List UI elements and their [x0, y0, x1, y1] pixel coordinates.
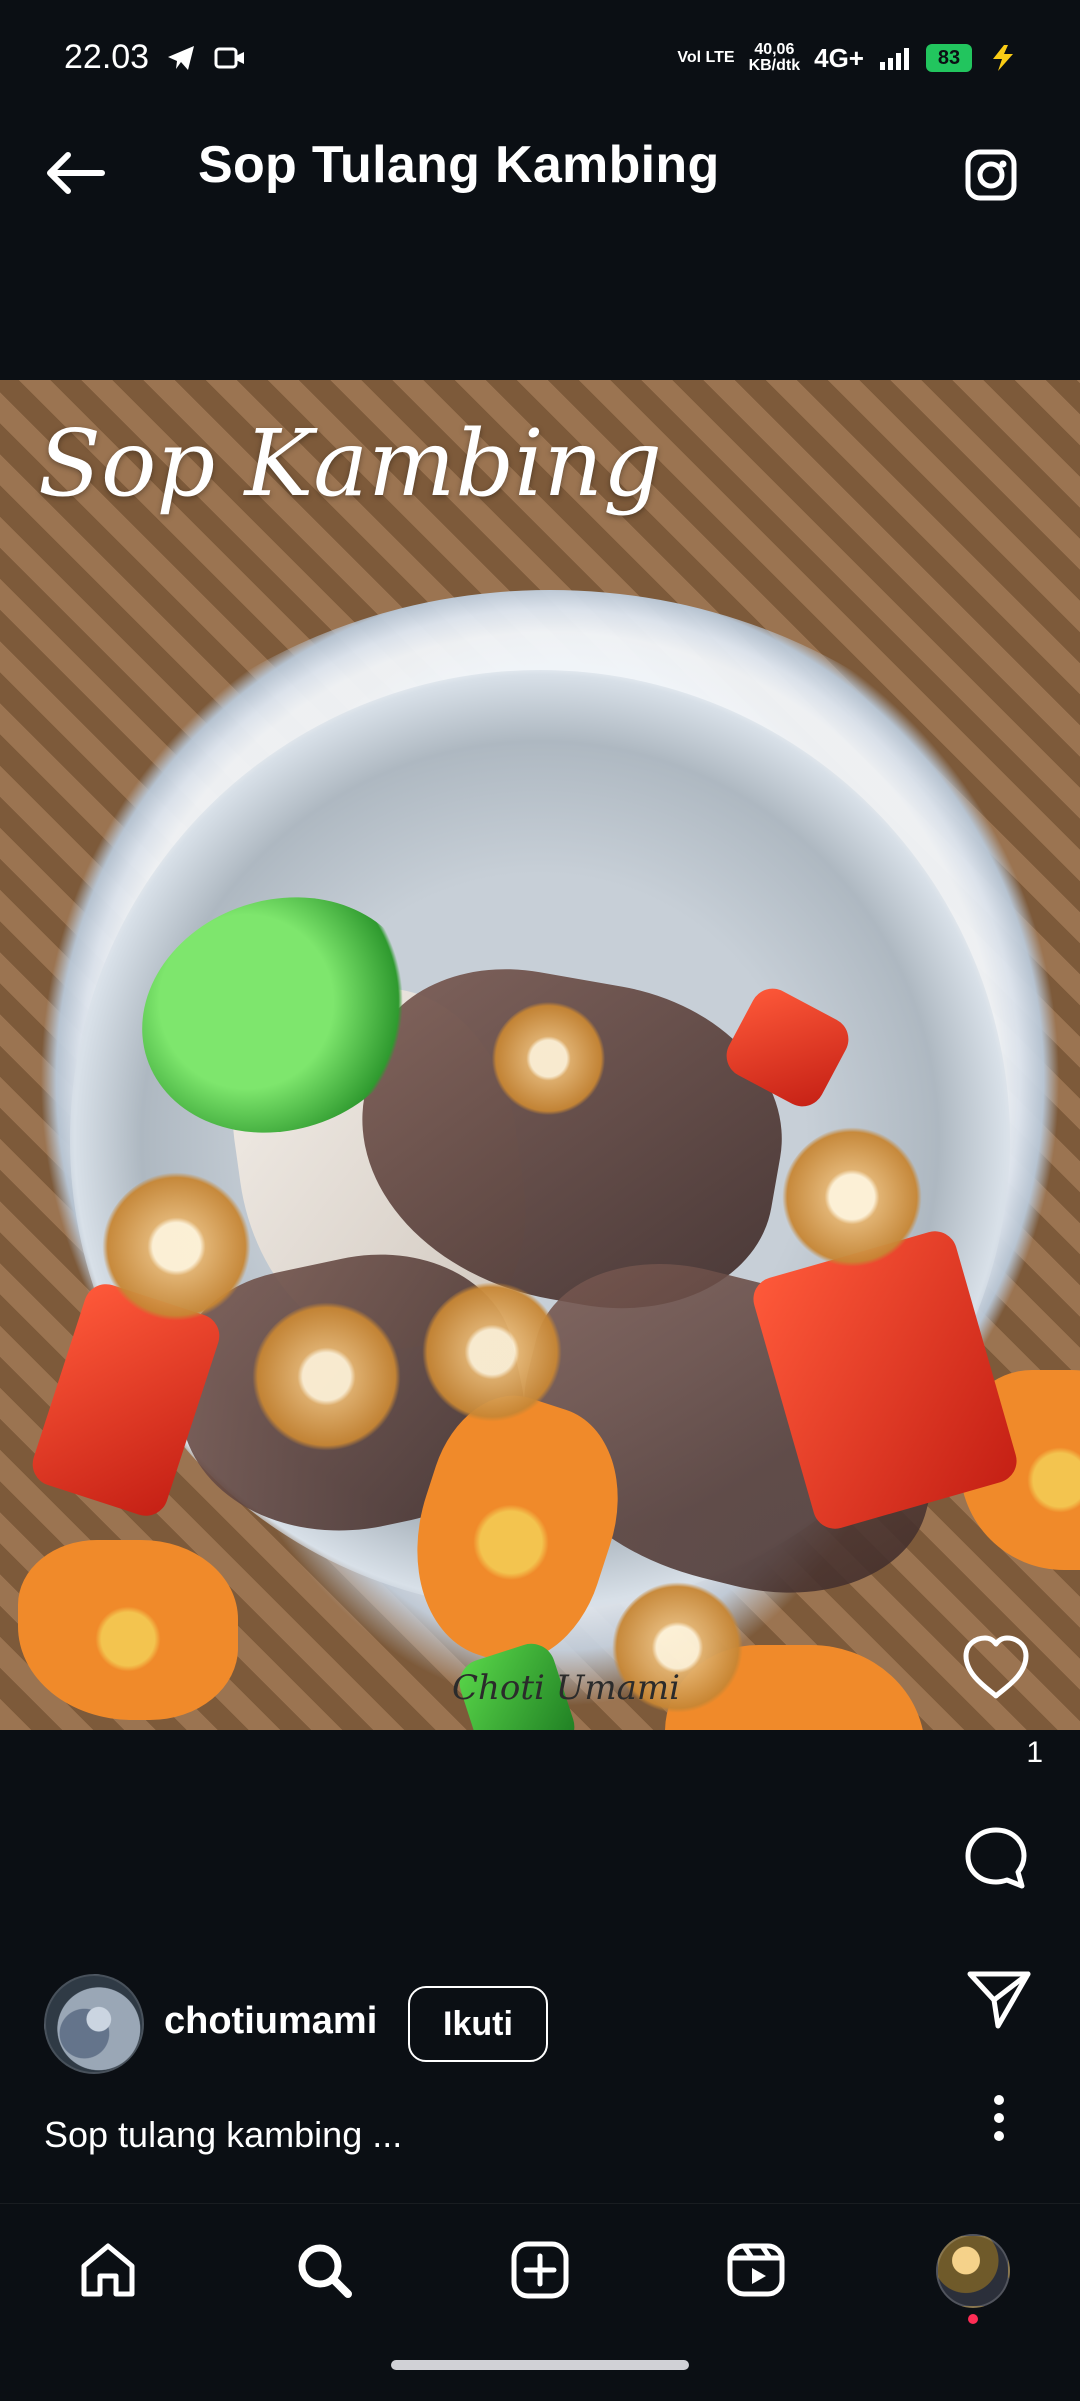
telegram-icon — [166, 44, 196, 72]
search-icon — [298, 2244, 352, 2298]
nav-profile-avatar[interactable] — [936, 2234, 1010, 2308]
post-caption[interactable]: Sop tulang kambing ... — [44, 2114, 402, 2156]
heart-icon — [963, 1635, 1029, 1699]
nav-create[interactable] — [502, 2232, 578, 2308]
video-icon — [214, 46, 246, 70]
comment-icon — [965, 1827, 1027, 1889]
network-type: 4G+ — [814, 42, 864, 73]
plus-square-icon — [511, 2241, 569, 2299]
notification-dot — [968, 2314, 978, 2324]
more-options-button[interactable] — [990, 2090, 1008, 2146]
top-header — [0, 96, 1080, 346]
speed-unit: KB/dtk — [748, 57, 801, 74]
status-time: 22.03 — [64, 38, 150, 76]
home-indicator[interactable] — [391, 2360, 689, 2370]
nav-home[interactable] — [70, 2232, 146, 2308]
author-username[interactable]: chotiumami — [164, 2000, 377, 2043]
follow-button[interactable]: Ikuti — [408, 1986, 548, 2062]
media-overlay-title: Sop Kambing — [38, 410, 662, 517]
media-watermark: Choti Umami — [452, 1668, 681, 1708]
speed-value: 40,06 — [754, 41, 795, 58]
page-title: Sop Tulang Kambing — [198, 136, 720, 194]
back-button[interactable] — [40, 145, 110, 201]
battery-indicator: 83 — [926, 44, 972, 72]
send-icon — [967, 1971, 1031, 2029]
like-button[interactable] — [958, 1632, 1034, 1702]
like-count: 1 — [1026, 1736, 1043, 1769]
home-icon — [81, 2243, 135, 2297]
speed: 40,06 KB/dtk — [749, 42, 801, 74]
status-right: Vol LTE 40,06 KB/dtk 4G+ 83 — [677, 38, 1020, 78]
lte-label: Vol LTE — [677, 49, 735, 66]
reels-icon — [727, 2243, 785, 2297]
camera-icon — [965, 149, 1017, 201]
signal-icon — [878, 44, 912, 72]
camera-button[interactable] — [958, 140, 1024, 206]
post-media[interactable] — [0, 380, 1080, 1730]
share-button[interactable] — [960, 1964, 1036, 2034]
author-avatar[interactable] — [44, 1974, 144, 2074]
nav-reels[interactable] — [718, 2232, 794, 2308]
charging-icon — [986, 43, 1020, 73]
more-vertical-icon — [994, 2095, 1004, 2141]
nav-search[interactable] — [286, 2232, 362, 2308]
back-arrow-icon — [47, 152, 105, 194]
comment-button[interactable] — [958, 1820, 1034, 1896]
